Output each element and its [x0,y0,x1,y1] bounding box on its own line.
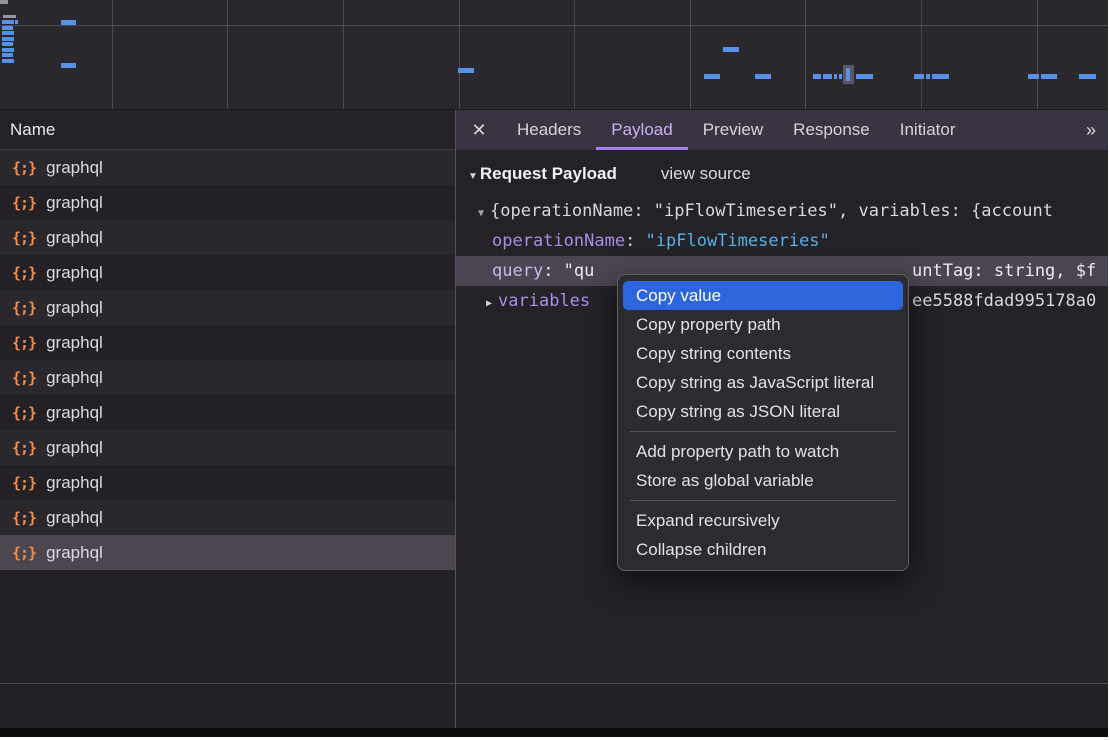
json-braces-icon: {;} [12,299,36,317]
request-name: graphql [46,263,103,283]
close-icon[interactable]: ✕ [456,110,502,150]
menu-item-copy-string-contents[interactable]: Copy string contents [618,339,908,368]
request-row[interactable]: {;} graphql [0,325,455,360]
tab-headers[interactable]: Headers [502,110,596,150]
request-row[interactable]: {;} graphql [0,500,455,535]
request-name: graphql [46,368,103,388]
property-value-left: "qu [564,261,595,281]
json-braces-icon: {;} [12,509,36,527]
key-separator: : [543,261,563,281]
json-braces-icon: {;} [12,159,36,177]
request-row[interactable]: {;} graphql [0,465,455,500]
request-row[interactable]: {;} graphql [0,220,455,255]
menu-item-copy-value[interactable]: Copy value [623,281,903,310]
tab-initiator[interactable]: Initiator [885,110,971,150]
json-braces-icon: {;} [12,474,36,492]
summary-bar-left [0,684,456,728]
json-braces-icon: {;} [12,229,36,247]
menu-item-copy-string-js-literal[interactable]: Copy string as JavaScript literal [618,368,908,397]
request-row[interactable]: {;} graphql [0,185,455,220]
request-name: graphql [46,158,103,178]
request-row[interactable]: {;} graphql [0,395,455,430]
tree-row-operation-name[interactable]: operationName: "ipFlowTimeseries" [456,226,1108,256]
request-row[interactable]: {;} graphql [0,150,455,185]
tree-row-object-preview[interactable]: ▼ {operationName: "ipFlowTimeseries", var… [456,196,1108,226]
network-overview-timeline[interactable] [0,0,1108,110]
summary-bar-area [0,683,1108,728]
json-braces-icon: {;} [12,369,36,387]
property-value-right: ee5588fdad995178a0 [912,286,1096,316]
json-braces-icon: {;} [12,404,36,422]
name-column-header[interactable]: Name [0,110,455,150]
json-braces-icon: {;} [12,439,36,457]
property-value-right: untTag: string, $f [912,256,1096,286]
window-bottom-strip [0,728,1108,737]
devtools-window: Name {;} graphql {;} graphql {;} graphql {;… [0,0,1108,737]
property-value: "ipFlowTimeseries" [646,231,830,251]
request-name: graphql [46,473,103,493]
requests-list: {;} graphql {;} graphql {;} graphql {;} grap… [0,150,455,570]
tab-response[interactable]: Response [778,110,885,150]
menu-item-add-property-path-to-watch[interactable]: Add property path to watch [618,437,908,466]
request-row[interactable]: {;} graphql [0,360,455,395]
request-row-selected[interactable]: {;} graphql [0,535,455,570]
tab-preview[interactable]: Preview [688,110,778,150]
json-braces-icon: {;} [12,194,36,212]
context-menu: Copy value Copy property path Copy strin… [617,274,909,571]
request-name: graphql [46,298,103,318]
menu-item-expand-recursively[interactable]: Expand recursively [618,506,908,535]
menu-item-copy-property-path[interactable]: Copy property path [618,310,908,339]
network-main-split: Name {;} graphql {;} graphql {;} graphql {;… [0,110,1108,683]
property-key: variables [498,291,590,311]
key-separator: : [625,231,645,251]
request-row[interactable]: {;} graphql [0,430,455,465]
json-braces-icon: {;} [12,334,36,352]
section-title: Request Payload [480,164,617,184]
menu-item-store-as-global-variable[interactable]: Store as global variable [618,466,908,495]
request-name: graphql [46,333,103,353]
request-row[interactable]: {;} graphql [0,290,455,325]
request-name: graphql [46,193,103,213]
json-braces-icon: {;} [12,544,36,562]
request-row[interactable]: {;} graphql [0,255,455,290]
object-preview-text: {operationName: "ipFlowTimeseries", vari… [490,201,1053,221]
request-name: graphql [46,228,103,248]
view-source-link[interactable]: view source [661,164,751,184]
request-name: graphql [46,543,103,563]
collapse-triangle-icon[interactable]: ▼ [468,171,478,182]
tab-payload[interactable]: Payload [596,110,687,150]
json-braces-icon: {;} [12,264,36,282]
property-key: query [492,261,543,281]
collapse-triangle-icon[interactable]: ▼ [478,208,484,219]
request-name: graphql [46,438,103,458]
detail-tab-bar: ✕ Headers Payload Preview Response Initi… [456,110,1108,150]
requests-panel: Name {;} graphql {;} graphql {;} graphql {;… [0,110,456,683]
menu-separator [630,431,896,432]
menu-item-collapse-children[interactable]: Collapse children [618,535,908,564]
menu-separator [630,500,896,501]
request-payload-section-header: ▼Request Payload view source [456,150,1108,188]
property-key: operationName [492,231,625,251]
more-tabs-icon[interactable]: » [1072,110,1108,150]
request-name: graphql [46,508,103,528]
expand-triangle-icon[interactable]: ▶ [486,298,492,309]
menu-item-copy-string-json-literal[interactable]: Copy string as JSON literal [618,397,908,426]
request-name: graphql [46,403,103,423]
